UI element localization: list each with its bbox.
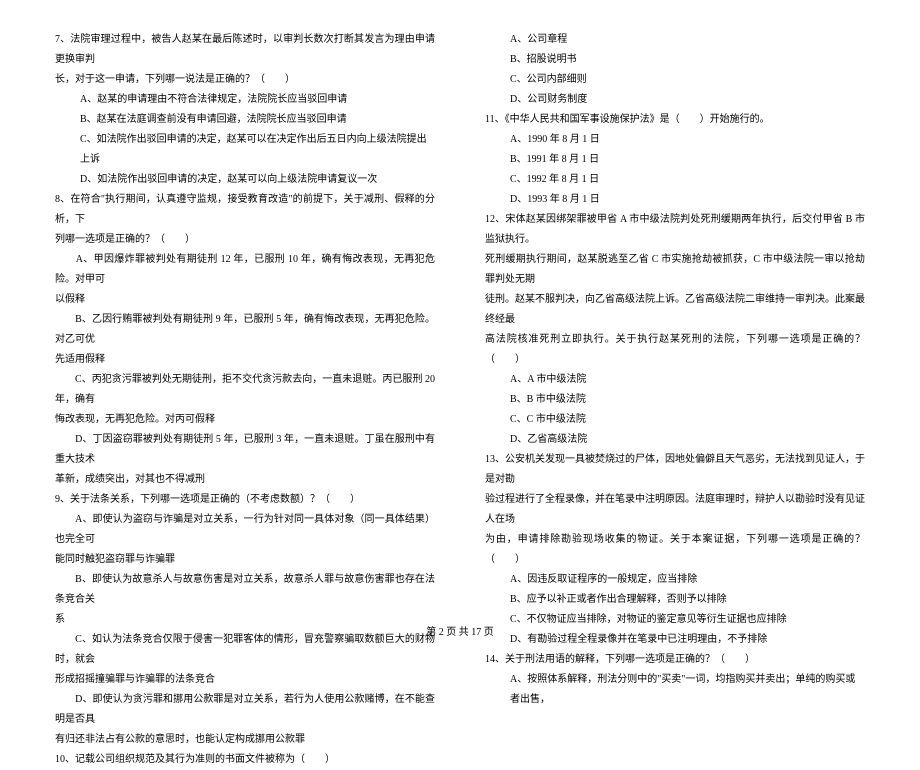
q12-line3: 徒刑。赵某不服判决，向乙省高级法院上诉。乙省高级法院二审维持一审判决。此案最终经… <box>485 290 865 330</box>
q8-option-a-2: 以假释 <box>55 290 435 310</box>
right-column: A、公司章程 B、招股说明书 C、公司内部细则 D、公司财务制度 11、《中华人… <box>460 30 875 615</box>
q10-option-d: D、公司财务制度 <box>485 90 865 110</box>
q8-option-d-1: D、丁因盗窃罪被判处有期徒刑 5 年，已服刑 3 年，一直未退赃。丁虽在服刑中有… <box>55 430 435 470</box>
q14-line1: 14、关于刑法用语的解释，下列哪一选项是正确的？（ ） <box>485 650 865 670</box>
q10-option-b: B、招股说明书 <box>485 50 865 70</box>
q8-option-c-2: 悔改表现，无再犯危险。对丙可假释 <box>55 410 435 430</box>
q13-line1: 13、公安机关发现一具被焚烧过的尸体，因地处偏僻且天气恶劣，无法找到见证人，于是… <box>485 450 865 490</box>
q11-option-c: C、1992 年 8 月 1 日 <box>485 170 865 190</box>
q8-option-a-1: A、甲因爆炸罪被判处有期徒刑 12 年，已服刑 10 年，确有悔改表现，无再犯危… <box>55 250 435 290</box>
q14-option-a: A、按照体系解释，刑法分则中的"买卖"一词，均指购买并卖出；单纯的购买或者出售， <box>485 670 865 710</box>
q9-option-a-2: 能同时触犯盗窃罪与诈骗罪 <box>55 550 435 570</box>
q10-option-c: C、公司内部细则 <box>485 70 865 90</box>
q9-option-a-1: A、即使认为盗窃与诈骗是对立关系，一行为针对同一具体对象（同一具体结果）也完全可 <box>55 510 435 550</box>
q13-line3: 为由，申请排除勘验现场收集的物证。关于本案证据，下列哪一选项是正确的？（ ） <box>485 530 865 570</box>
page-footer: 第 2 页 共 17 页 <box>0 623 920 638</box>
q8-option-d-2: 革新，成绩突出，对其也不得减刑 <box>55 470 435 490</box>
q7-option-a: A、赵某的申请理由不符合法律规定，法院院长应当驳回申请 <box>55 90 435 110</box>
q13-option-a: A、因违反取证程序的一般规定，应当排除 <box>485 570 865 590</box>
q11-line1: 11、《中华人民共和国军事设施保护法》是（ ）开始施行的。 <box>485 110 865 130</box>
q8-line1: 8、在符合"执行期间，认真遵守监规，接受教育改造"的前提下，关于减刑、假释的分析… <box>55 190 435 230</box>
left-column: 7、法院审理过程中，被告人赵某在最后陈述时，以审判长数次打断其发言为理由申请更换… <box>45 30 460 615</box>
q12-option-c: C、C 市中级法院 <box>485 410 865 430</box>
q9-option-c-2: 形成招摇撞骗罪与诈骗罪的法条竞合 <box>55 670 435 690</box>
q7-line2: 长，对于这一申请，下列哪一说法是正确的？（ ） <box>55 70 435 90</box>
q12-option-d: D、乙省高级法院 <box>485 430 865 450</box>
q7-option-c: C、如法院作出驳回申请的决定，赵某可以在决定作出后五日内向上级法院提出上诉 <box>55 130 435 170</box>
q11-option-d: D、1993 年 8 月 1 日 <box>485 190 865 210</box>
q8-option-b-1: B、乙因行贿罪被判处有期徒刑 9 年，已服刑 5 年，确有悔改表现，无再犯危险。… <box>55 310 435 350</box>
q11-option-a: A、1990 年 8 月 1 日 <box>485 130 865 150</box>
q8-option-b-2: 先适用假释 <box>55 350 435 370</box>
q9-option-d-2: 有归还非法占有公款的意思时，也能认定构成挪用公款罪 <box>55 730 435 750</box>
q12-line4: 高法院核准死刑立即执行。关于执行赵某死刑的法院，下列哪一选项是正确的？（ ） <box>485 330 865 370</box>
q12-line2: 死刑缓期执行期间，赵某脱逃至乙省 C 市实施抢劫被抓获，C 市中级法院一审以抢劫… <box>485 250 865 290</box>
q8-line2: 列哪一选项是正确的？（ ） <box>55 230 435 250</box>
q9-option-b-1: B、即使认为故意杀人与故意伤害是对立关系，故意杀人罪与故意伤害罪也存在法条竞合关 <box>55 570 435 610</box>
q7-line1: 7、法院审理过程中，被告人赵某在最后陈述时，以审判长数次打断其发言为理由申请更换… <box>55 30 435 70</box>
q12-option-a: A、A 市中级法院 <box>485 370 865 390</box>
q10-line1: 10、记载公司组织规范及其行为准则的书面文件被称为（ ） <box>55 750 435 770</box>
q12-line1: 12、宋体赵某因绑架罪被甲省 A 市中级法院判处死刑缓期两年执行，后交付甲省 B… <box>485 210 865 250</box>
q10-option-a: A、公司章程 <box>485 30 865 50</box>
q7-option-b: B、赵某在法庭调查前没有申请回避，法院院长应当驳回申请 <box>55 110 435 130</box>
q13-line2: 验过程进行了全程录像，并在笔录中注明原因。法庭审理时，辩护人以勘验时没有见证人在… <box>485 490 865 530</box>
q12-option-b: B、B 市中级法院 <box>485 390 865 410</box>
q9-option-d-1: D、即使认为贪污罪和挪用公款罪是对立关系，若行为人使用公款赌博，在不能查明是否具 <box>55 690 435 730</box>
q7-option-d: D、如法院作出驳回申请的决定，赵某可以向上级法院申请复议一次 <box>55 170 435 190</box>
q11-option-b: B、1991 年 8 月 1 日 <box>485 150 865 170</box>
q13-option-b: B、应予以补正或者作出合理解释，否则予以排除 <box>485 590 865 610</box>
q9-line1: 9、关于法条关系，下列哪一选项是正确的（不考虑数额）？（ ） <box>55 490 435 510</box>
q8-option-c-1: C、丙犯贪污罪被判处无期徒刑，拒不交代贪污款去向，一直未退赃。丙已服刑 20 年… <box>55 370 435 410</box>
